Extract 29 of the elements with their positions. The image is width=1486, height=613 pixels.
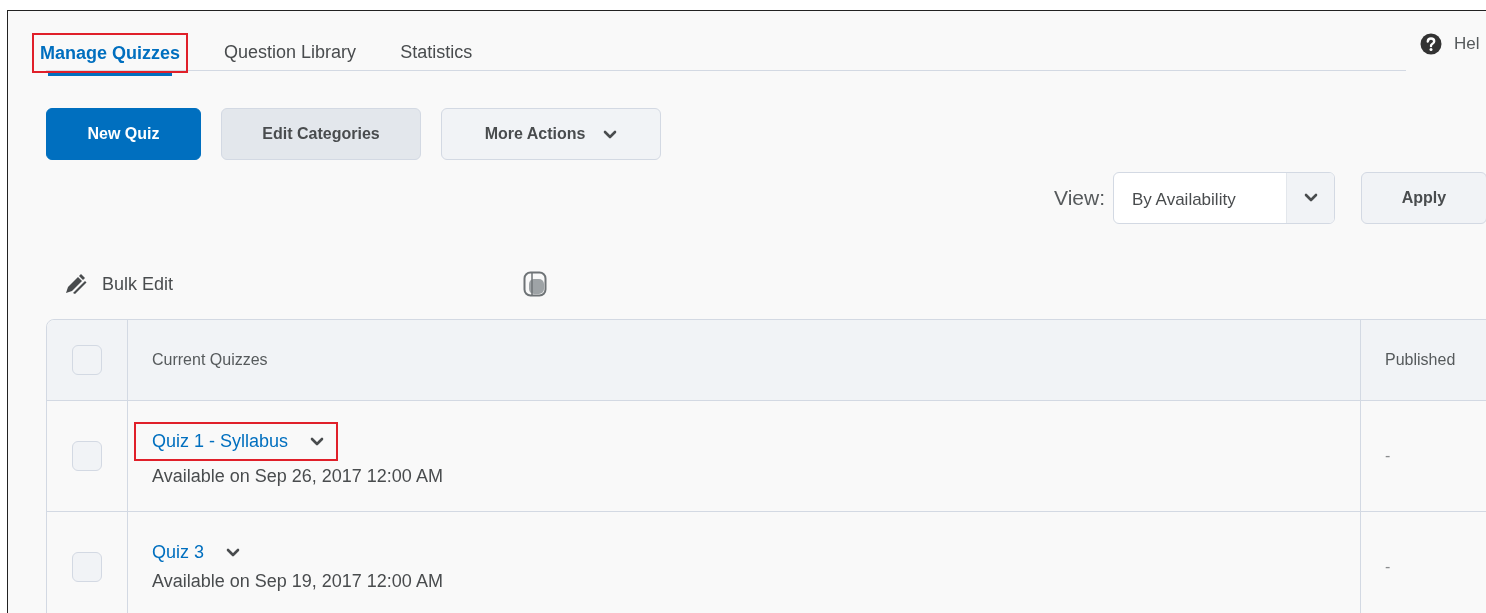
availability-text: Available on Sep 19, 2017 12:00 AM — [152, 570, 444, 593]
chevron-down-icon[interactable] — [310, 436, 325, 447]
tab[interactable]: Statistics — [400, 25, 473, 71]
quiz-link[interactable]: Quiz 1 - Syllabus — [152, 428, 289, 455]
chevron-down-icon[interactable] — [226, 547, 241, 558]
checkbox[interactable] — [72, 552, 102, 582]
quiz-link[interactable]: Quiz 3 — [152, 539, 205, 566]
chevron-down-icon — [1303, 193, 1318, 203]
dropdown-button[interactable]: More Actions — [441, 108, 661, 160]
action-button[interactable]: New Quiz — [46, 108, 201, 160]
apply-button[interactable]: Apply — [1361, 172, 1486, 224]
tab[interactable]: Question Library — [224, 25, 357, 71]
published-value: - — [1385, 446, 1391, 466]
view-label: View: — [1054, 185, 1105, 212]
bulk-edit-button[interactable]: Bulk Edit — [64, 270, 174, 298]
help-link[interactable]: Hel — [1420, 31, 1480, 57]
column-header: Current Quizzes — [152, 350, 269, 370]
chevron-down-icon — [603, 129, 618, 140]
pencils-icon — [64, 273, 88, 295]
column-header: Published — [1385, 350, 1456, 370]
columns-icon[interactable] — [523, 271, 548, 297]
tab[interactable]: Manage Quizzes — [40, 33, 181, 73]
published-value: - — [1385, 557, 1391, 577]
action-button[interactable]: Edit Categories — [221, 108, 421, 160]
checkbox[interactable] — [72, 441, 102, 471]
availability-text: Available on Sep 26, 2017 12:00 AM — [152, 465, 444, 488]
view-select[interactable]: By Availability — [1113, 172, 1335, 224]
checkbox[interactable] — [72, 345, 102, 375]
help-icon — [1420, 32, 1442, 55]
